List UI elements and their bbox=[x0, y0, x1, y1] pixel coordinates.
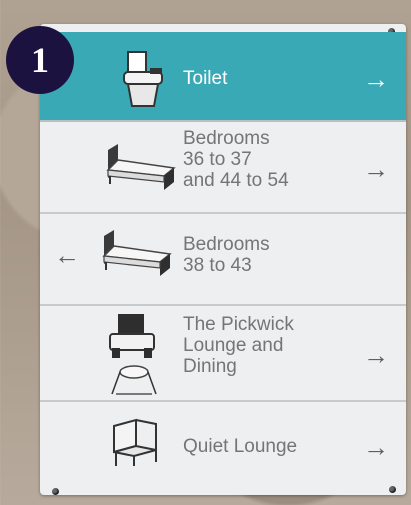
panel-label: Quiet Lounge bbox=[183, 436, 298, 457]
sign-panel-pickwick-lounge: The Pickwick Lounge and Dining → bbox=[40, 306, 406, 402]
screw bbox=[52, 488, 59, 495]
arrow-left-icon: ← bbox=[54, 240, 80, 270]
direction-sign: Toilet → Bedrooms 36 to 37 and 44 to 54 … bbox=[40, 24, 406, 495]
arrow-right-icon: → bbox=[363, 340, 389, 370]
bed-icon bbox=[100, 228, 176, 285]
sign-panel-bedrooms-38-43: ← Bedrooms 38 to 43 bbox=[40, 214, 406, 306]
dining-chair-icon bbox=[102, 312, 174, 401]
bed-icon bbox=[104, 142, 180, 199]
arrow-right-icon: → bbox=[363, 64, 389, 94]
sign-panel-bedrooms-36-54: Bedrooms 36 to 37 and 44 to 54 → bbox=[40, 122, 406, 214]
screw bbox=[389, 486, 396, 493]
panel-label: Bedrooms 36 to 37 and 44 to 54 bbox=[183, 128, 289, 191]
panel-label: Bedrooms 38 to 43 bbox=[183, 234, 270, 276]
sign-panel-quiet-lounge: Quiet Lounge → bbox=[40, 402, 406, 482]
armchair-icon bbox=[106, 416, 166, 473]
arrow-right-icon: → bbox=[363, 432, 389, 462]
number-badge: 1 bbox=[6, 26, 74, 94]
toilet-icon bbox=[106, 48, 170, 115]
sign-panel-toilet: Toilet → bbox=[40, 32, 406, 122]
arrow-right-icon: → bbox=[363, 154, 389, 184]
panel-label: Toilet bbox=[183, 68, 228, 89]
panel-label: The Pickwick Lounge and Dining bbox=[183, 314, 294, 377]
